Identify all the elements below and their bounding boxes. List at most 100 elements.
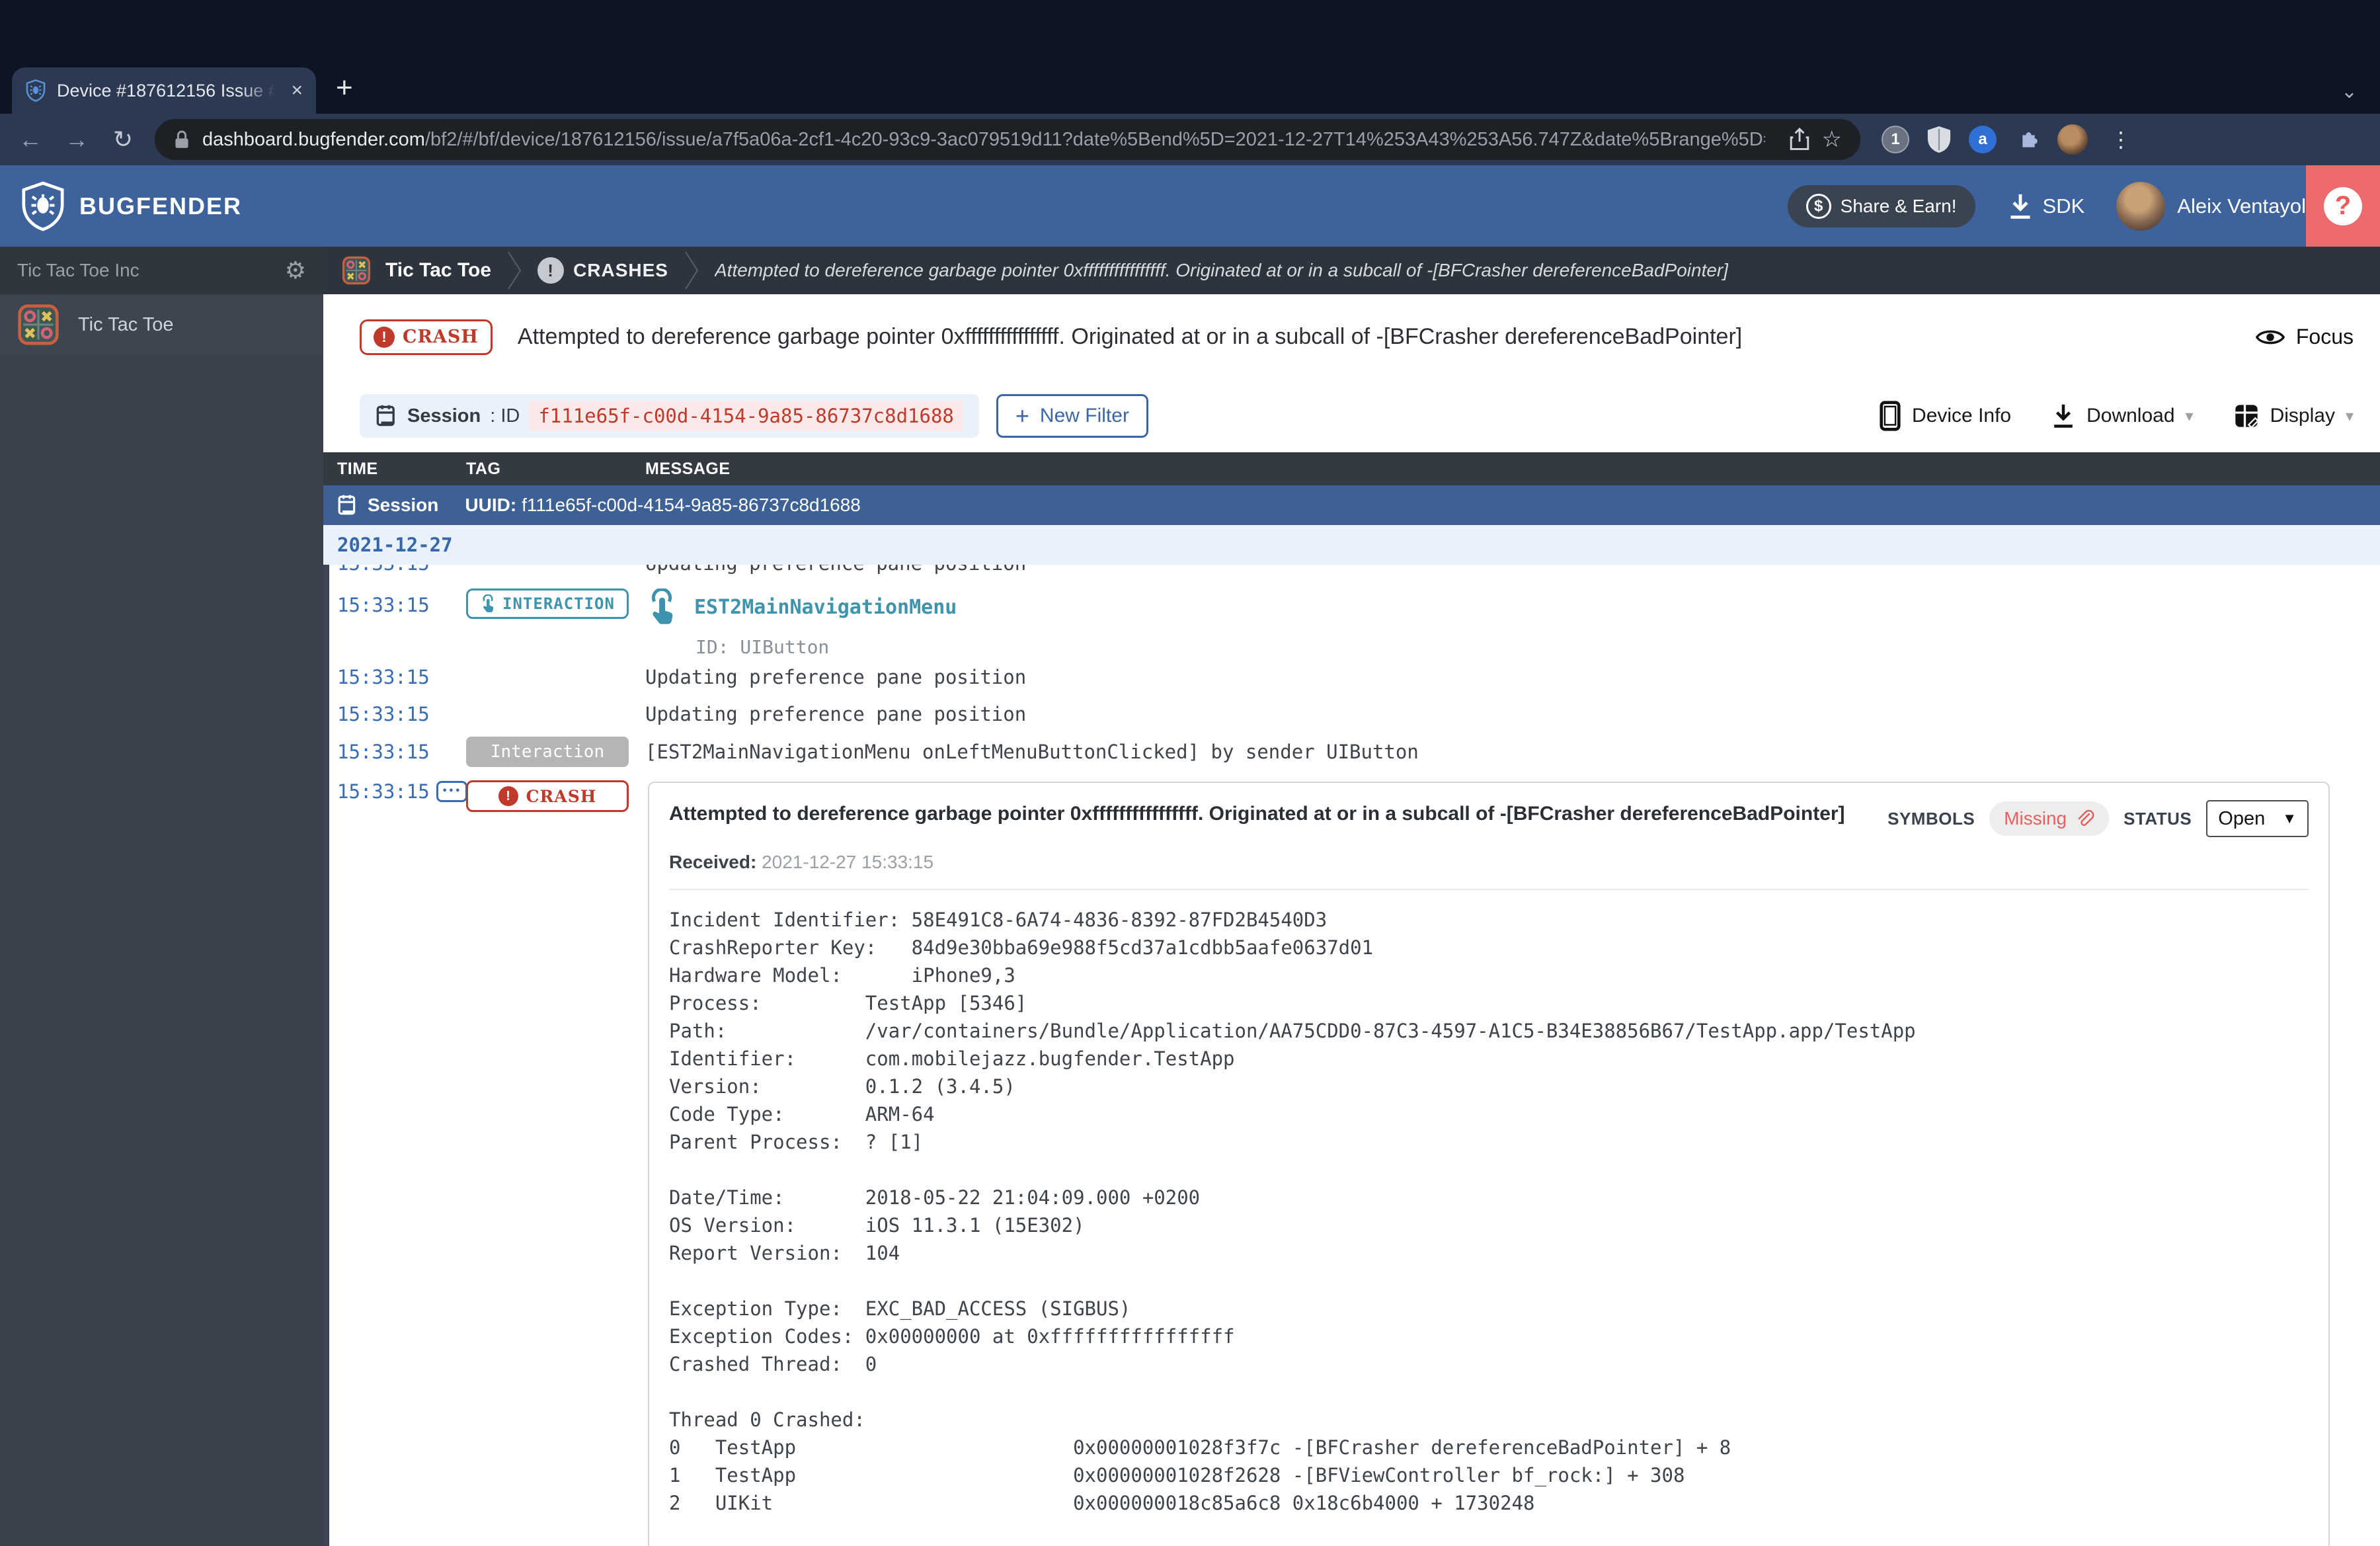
browser-tab-strip: Device #187612156 Issue #a7f5 × + ⌄: [0, 0, 2380, 114]
download-button[interactable]: Download ▾: [2051, 402, 2194, 430]
received-label: Received:: [669, 852, 757, 872]
interaction-target-link[interactable]: EST2MainNavigationMenu: [694, 596, 957, 619]
display-layout-icon: [2235, 405, 2259, 429]
new-tab-button[interactable]: +: [336, 71, 353, 104]
question-icon: ?: [2324, 186, 2362, 225]
tap-icon: [483, 594, 494, 612]
user-avatar: [2116, 181, 2166, 231]
log-row-interaction-gray[interactable]: 15:33:15 Interaction [EST2MainNavigation…: [323, 733, 2380, 771]
breadcrumb-crashes[interactable]: ! CRASHES: [537, 257, 668, 284]
forward-icon[interactable]: →: [62, 126, 91, 153]
new-filter-button[interactable]: + New Filter: [996, 394, 1148, 438]
sdk-button[interactable]: SDK: [2007, 192, 2084, 221]
browser-tab[interactable]: Device #187612156 Issue #a7f5 ×: [12, 67, 316, 114]
session-filter-chip[interactable]: Session: ID f111e65f-c00d-4154-9a85-8673…: [360, 394, 979, 438]
uuid-label: UUID:: [465, 495, 517, 515]
log-row[interactable]: 15:33:15 Updating preference pane positi…: [323, 659, 2380, 696]
url-path: /bf2/#/bf/device/187612156/issue/a7f5a06…: [424, 128, 1765, 150]
address-bar[interactable]: dashboard.bugfender.com/bf2/#/bf/device/…: [155, 119, 1860, 160]
log-message: Updating preference pane position: [645, 666, 1027, 688]
browser-menu-icon[interactable]: ⋮: [2110, 127, 2131, 152]
browser-toolbar: ← → ↻ dashboard.bugfender.com/bf2/#/bf/d…: [0, 114, 2380, 165]
bugfender-logo[interactable]: BUGFENDER: [20, 181, 242, 231]
user-menu[interactable]: Aleix Ventayol: [2116, 181, 2306, 231]
status-select[interactable]: Open ▼: [2206, 800, 2309, 837]
interaction-tag-label: INTERACTION: [502, 594, 615, 613]
exclamation-circle-icon: !: [537, 257, 565, 284]
breadcrumb-issue: Attempted to dereference garbage pointer…: [714, 260, 1729, 280]
help-button[interactable]: ?: [2306, 165, 2380, 247]
browser-profile-avatar[interactable]: [2057, 124, 2088, 155]
log-time: 15:33:15: [337, 703, 430, 725]
plus-icon: +: [1015, 402, 1029, 429]
status-label: STATUS: [2123, 808, 2192, 829]
org-name: Tic Tac Toe Inc: [17, 260, 139, 280]
gear-icon[interactable]: ⚙: [285, 257, 306, 284]
password-extension-icon[interactable]: 1: [1882, 126, 1909, 153]
download-label: Download: [2086, 405, 2175, 427]
log-message: Updating preference pane position: [645, 703, 1027, 725]
tab-close-icon[interactable]: ×: [291, 81, 303, 101]
session-icon: [338, 495, 356, 515]
date-group-row: 2021-12-27: [323, 525, 2380, 565]
symbols-missing-button[interactable]: Missing: [1989, 801, 2110, 836]
brand-name: BUGFENDER: [79, 192, 243, 220]
reload-icon[interactable]: ↻: [108, 126, 138, 153]
a-extension-icon[interactable]: a: [1969, 126, 1997, 153]
chevron-down-icon: ▾: [2345, 407, 2354, 425]
back-icon[interactable]: ←: [16, 126, 45, 153]
breadcrumb: Tic Tac Toe ! CRASHES Attempted to deref…: [323, 247, 2380, 294]
org-header: Tic Tac Toe Inc ⚙: [0, 247, 323, 294]
interaction-tag-badge: INTERACTION: [466, 589, 629, 619]
alert-circle-icon: !: [498, 786, 518, 806]
chevron-separator-icon: [685, 251, 699, 290]
crash-detail-card: Attempted to dereference garbage pointer…: [648, 782, 2330, 1546]
session-icon: [376, 405, 395, 427]
new-filter-label: New Filter: [1039, 405, 1129, 427]
more-options-icon[interactable]: •••: [436, 781, 468, 802]
puzzle-extension-icon[interactable]: [2014, 126, 2040, 153]
tictactoe-app-icon: [342, 256, 371, 285]
display-button[interactable]: Display ▾: [2233, 403, 2354, 429]
crash-report-text: Incident Identifier: 58E491C8-6A74-4836-…: [669, 909, 1916, 1514]
select-caret-icon: ▼: [2282, 810, 2297, 827]
issue-header: ! CRASH Attempted to dereference garbage…: [323, 294, 2380, 380]
sidebar-item-tictactoe[interactable]: Tic Tac Toe: [0, 296, 323, 354]
lock-icon: [175, 130, 188, 148]
session-group-row[interactable]: Session UUID: f111e65f-c00d-4154-9a85-86…: [323, 485, 2380, 525]
display-label: Display: [2270, 405, 2335, 427]
url-text: dashboard.bugfender.com/bf2/#/bf/device/…: [202, 129, 1765, 151]
focus-button[interactable]: Focus: [2255, 325, 2354, 349]
bugfender-shield-icon: [22, 181, 64, 231]
breadcrumb-section-label: CRASHES: [573, 260, 668, 280]
url-domain: dashboard.bugfender.com: [202, 128, 425, 150]
log-list: 15:33:15 Updating preference pane positi…: [323, 565, 2380, 1546]
received-value: 2021-12-27 15:33:15: [756, 852, 934, 872]
log-row-clipped[interactable]: 15:33:15 Updating preference pane positi…: [323, 565, 2380, 582]
received-line: Received: 2021-12-27 15:33:15: [669, 852, 2309, 873]
log-time: 15:33:15: [337, 741, 430, 763]
device-info-button[interactable]: Device Info: [1879, 401, 2011, 431]
log-row-interaction[interactable]: 15:33:15 INTERACTION EST2MainNavigationM…: [323, 582, 2380, 659]
share-icon[interactable]: [1789, 128, 1810, 151]
log-time: 15:33:15 •••: [337, 780, 468, 803]
share-earn-button[interactable]: $ Share & Earn!: [1787, 184, 1975, 227]
crash-detail-title: Attempted to dereference garbage pointer…: [669, 803, 1845, 825]
log-row-crash[interactable]: 15:33:15 ••• ! CRASH Attempted to derefe…: [323, 771, 2380, 1546]
chevron-down-icon: ▾: [2185, 407, 2194, 425]
log-message: [EST2MainNavigationMenu onLeftMenuButton…: [645, 741, 1419, 763]
sidebar: Tic Tac Toe Inc ⚙ Tic Tac Toe: [0, 247, 323, 1546]
log-row[interactable]: 15:33:15 Updating preference pane positi…: [323, 696, 2380, 733]
phone-icon: [1880, 401, 1901, 431]
alert-circle-icon: !: [374, 326, 395, 348]
shield-extension-icon[interactable]: [1926, 125, 1952, 154]
column-tag: TAG: [466, 459, 501, 478]
bookmark-star-icon[interactable]: ☆: [1822, 126, 1842, 153]
tab-search-icon[interactable]: ⌄: [2341, 80, 2358, 103]
symbols-missing-label: Missing: [2004, 808, 2067, 829]
crash-tag-badge: ! CRASH: [466, 780, 629, 812]
bugfender-favicon: [26, 79, 46, 102]
filter-bar: Session: ID f111e65f-c00d-4154-9a85-8673…: [323, 380, 2380, 452]
breadcrumb-app[interactable]: Tic Tac Toe: [385, 259, 491, 282]
session-row-label: Session: [368, 495, 439, 515]
